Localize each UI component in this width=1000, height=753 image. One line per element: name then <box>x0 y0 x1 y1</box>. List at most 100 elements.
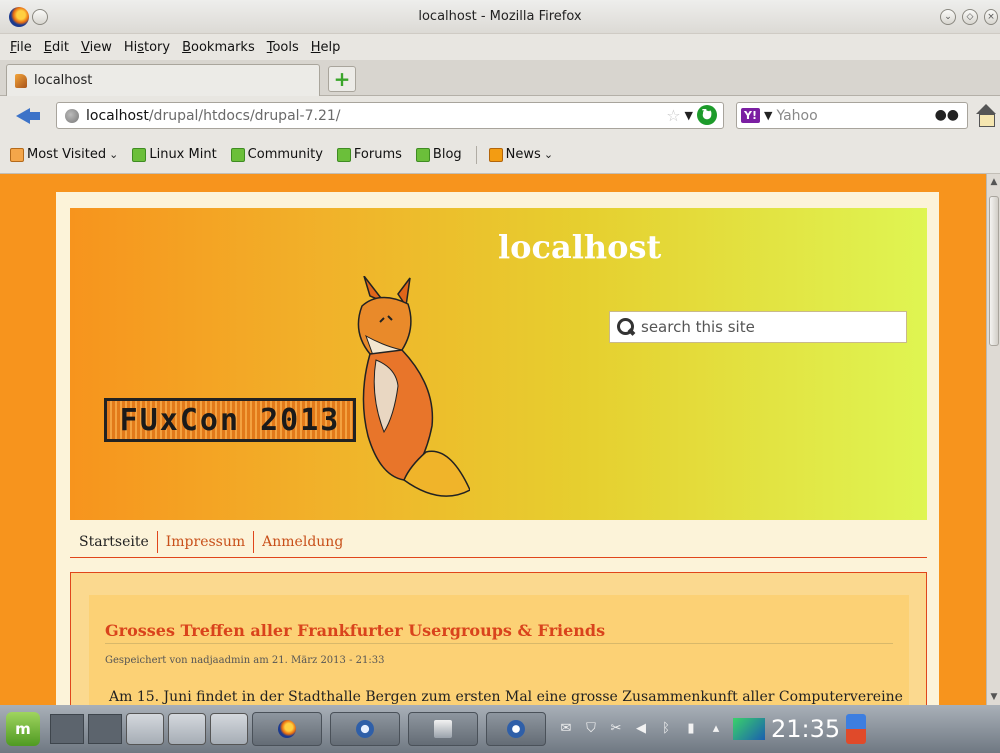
fuxcon-logo[interactable]: FUxCon 2013 <box>104 398 356 442</box>
window-menu-icon[interactable] <box>32 9 48 25</box>
scroll-down-icon[interactable]: ▼ <box>989 692 999 702</box>
search-bar[interactable]: Y! ▼ Yahoo ●● <box>736 102 968 129</box>
terminal-launcher-icon[interactable] <box>168 713 206 745</box>
menu-bookmarks-accel: B <box>182 39 192 55</box>
nav-startseite[interactable]: Startseite <box>70 530 158 553</box>
menu-history[interactable]: History <box>124 40 170 55</box>
menu-file-accel: F <box>10 39 17 55</box>
chevron-down-icon: ⌄ <box>109 148 119 161</box>
menu-edit-accel: E <box>43 39 52 55</box>
nav-impressum[interactable]: Impressum <box>158 530 255 553</box>
site-search-input[interactable]: search this site <box>609 311 907 343</box>
window-title: localhost - Mozilla Firefox <box>418 9 582 24</box>
menu-file[interactable]: File <box>10 40 32 55</box>
site-header: localhost search this site FUxCon 2013 <box>70 208 927 520</box>
site-search-placeholder: search this site <box>641 318 755 336</box>
maximize-icon[interactable]: ◇ <box>962 9 978 25</box>
bookmark-most-visited[interactable]: Most Visited ⌄ <box>10 147 118 162</box>
tray-expand-icon[interactable]: ▴ <box>708 721 724 737</box>
taskbar-clock[interactable]: 21:35 <box>771 715 840 743</box>
menu-help-accel: H <box>310 39 321 55</box>
shield-icon[interactable]: ⛉ <box>583 721 599 737</box>
main-menu: Startseite Impressum Anmeldung <box>70 526 927 558</box>
bookmark-label: Community <box>247 147 323 162</box>
site-identity-icon[interactable] <box>65 108 79 123</box>
vertical-scrollbar[interactable]: ▲ ▼ <box>986 174 1000 705</box>
task-firefox[interactable] <box>252 712 322 746</box>
volume-icon[interactable]: ◀ <box>633 721 649 737</box>
binoculars-search-icon[interactable]: ●● <box>935 107 959 123</box>
firefox-task-icon <box>278 720 296 738</box>
display-icon[interactable] <box>733 718 765 740</box>
bookmark-label: Blog <box>432 147 462 162</box>
menu-tools[interactable]: Tools <box>267 40 299 55</box>
node-body: Am 15. Juni findet in der Stadthalle Ber… <box>109 689 903 705</box>
bookmark-separator <box>475 145 477 164</box>
search-engine-dropdown-icon[interactable]: ▼ <box>764 109 772 122</box>
bookmark-label: News <box>505 147 541 162</box>
close-icon[interactable]: × <box>984 9 998 25</box>
mail-icon[interactable]: ✉ <box>558 721 574 737</box>
mint-bookmark-icon <box>230 147 245 162</box>
workspace-2[interactable] <box>88 714 122 744</box>
menu-tools-accel: T <box>266 39 273 55</box>
tab-label: localhost <box>34 73 93 88</box>
menu-view[interactable]: View <box>81 40 112 55</box>
url-host: localhost <box>86 107 149 124</box>
show-desktop-icon[interactable] <box>126 713 164 745</box>
bookmark-news[interactable]: News ⌄ <box>488 147 554 162</box>
workspace-1[interactable] <box>50 714 84 744</box>
node-submitted: Gespeichert von nadjaadmin am 21. März 2… <box>105 655 385 666</box>
node-article: Grosses Treffen aller Frankfurter Usergr… <box>89 595 909 705</box>
yahoo-engine-icon[interactable]: Y! <box>741 108 760 123</box>
drupal-page: localhost search this site FUxCon 2013 S… <box>56 192 939 705</box>
bookmark-label: Forums <box>353 147 402 162</box>
window-titlebar: localhost - Mozilla Firefox ⌄ ◇ × <box>0 0 1000 34</box>
menu-bookmarks[interactable]: Bookmarks <box>182 40 255 55</box>
reload-icon[interactable]: ↻ <box>697 105 717 125</box>
minimize-icon[interactable]: ⌄ <box>940 9 956 25</box>
system-tray: ✉ ⛉ ✂ ◀ ᛒ ▮ ▴ <box>558 718 765 740</box>
nav-anmeldung[interactable]: Anmeldung <box>254 531 351 553</box>
title-divider <box>105 643 893 644</box>
bookmark-forums[interactable]: Forums <box>336 147 402 162</box>
site-name[interactable]: localhost <box>498 228 661 266</box>
file-manager-launcher-icon[interactable] <box>210 713 248 745</box>
menu-history-accel: s <box>137 39 144 55</box>
bookmark-community[interactable]: Community <box>230 147 323 162</box>
menu-help[interactable]: Help <box>311 40 341 55</box>
new-tab-button[interactable]: + <box>328 66 356 92</box>
tab-localhost[interactable]: localhost <box>6 64 320 96</box>
power-lock-icon[interactable] <box>846 714 867 744</box>
chevron-down-icon: ⌄ <box>543 148 554 161</box>
node-title-link[interactable]: Grosses Treffen aller Frankfurter Usergr… <box>105 621 605 640</box>
scrollbar-thumb[interactable] <box>989 196 999 346</box>
bookmark-linux-mint[interactable]: Linux Mint <box>132 147 217 162</box>
url-path: /drupal/htdocs/drupal-7.21/ <box>148 107 341 124</box>
back-arrow-icon[interactable] <box>16 105 42 127</box>
battery-icon[interactable]: ▮ <box>683 721 699 737</box>
bookmark-star-icon[interactable]: ☆ <box>666 106 680 125</box>
search-placeholder: Yahoo <box>776 107 818 124</box>
task-konqueror[interactable] <box>330 712 400 746</box>
history-dropdown-icon[interactable]: ▼ <box>685 109 693 122</box>
fuxcon-logo-text: FUxCon 2013 <box>119 402 341 438</box>
mint-menu-icon[interactable]: m <box>6 712 40 746</box>
url-bar[interactable]: localhost /drupal/htdocs/drupal-7.21/ ☆ … <box>56 102 724 129</box>
mint-bookmark-icon <box>415 147 430 162</box>
clipboard-scissors-icon[interactable]: ✂ <box>608 721 624 737</box>
mint-bookmark-icon <box>132 147 147 162</box>
page-viewport: localhost search this site FUxCon 2013 S… <box>0 174 986 705</box>
files-task-icon <box>434 720 452 738</box>
menu-edit[interactable]: Edit <box>44 40 69 55</box>
konqueror-task-icon <box>356 720 374 738</box>
tab-bar: localhost + <box>0 60 1000 96</box>
bookmark-blog[interactable]: Blog <box>415 147 462 162</box>
home-icon[interactable] <box>974 104 998 128</box>
bluetooth-icon[interactable]: ᛒ <box>658 721 674 737</box>
task-files[interactable] <box>408 712 478 746</box>
navigation-toolbar: localhost /drupal/htdocs/drupal-7.21/ ☆ … <box>0 96 1000 136</box>
scroll-up-icon[interactable]: ▲ <box>989 177 999 187</box>
task-network[interactable] <box>486 712 546 746</box>
mint-bookmark-icon <box>336 147 351 162</box>
